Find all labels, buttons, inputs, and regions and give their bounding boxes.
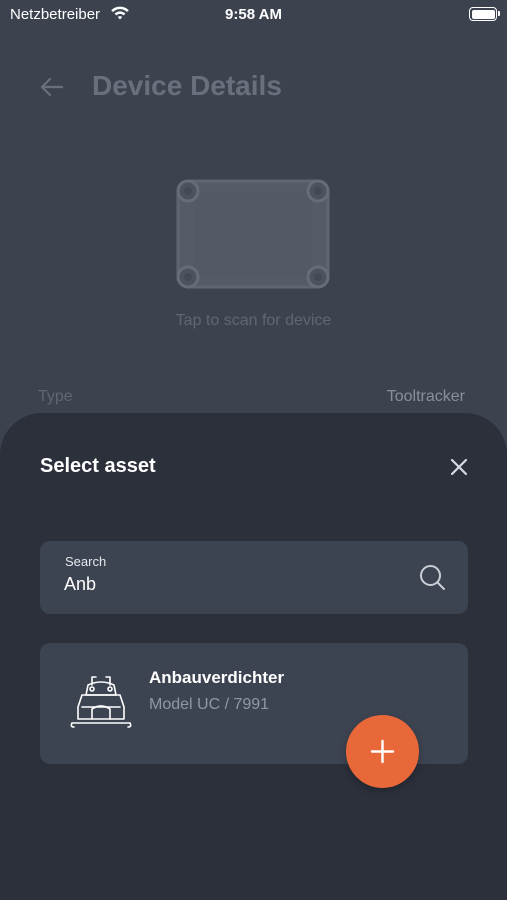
close-icon[interactable] — [449, 457, 469, 477]
asset-name: Anbauverdichter — [149, 668, 285, 687]
search-input[interactable] — [64, 571, 394, 597]
search-label: Search — [65, 554, 107, 569]
select-asset-sheet: Select asset Search Anbauverdichter Mode… — [0, 413, 507, 900]
search-field[interactable]: Search — [40, 541, 468, 614]
back-arrow-icon[interactable] — [38, 75, 64, 99]
search-icon[interactable] — [419, 564, 446, 591]
page-title: Device Details — [92, 70, 282, 101]
type-label: Type — [38, 388, 73, 405]
sheet-title: Select asset — [40, 455, 156, 477]
add-asset-button[interactable] — [346, 715, 419, 788]
device-scan-image[interactable] — [172, 175, 334, 293]
type-value: Tooltracker — [386, 388, 465, 405]
compactor-icon — [70, 676, 132, 728]
plus-icon — [370, 739, 395, 764]
asset-model: Model UC / 7991 — [149, 696, 270, 713]
scan-hint: Tap to scan for device — [175, 312, 332, 329]
